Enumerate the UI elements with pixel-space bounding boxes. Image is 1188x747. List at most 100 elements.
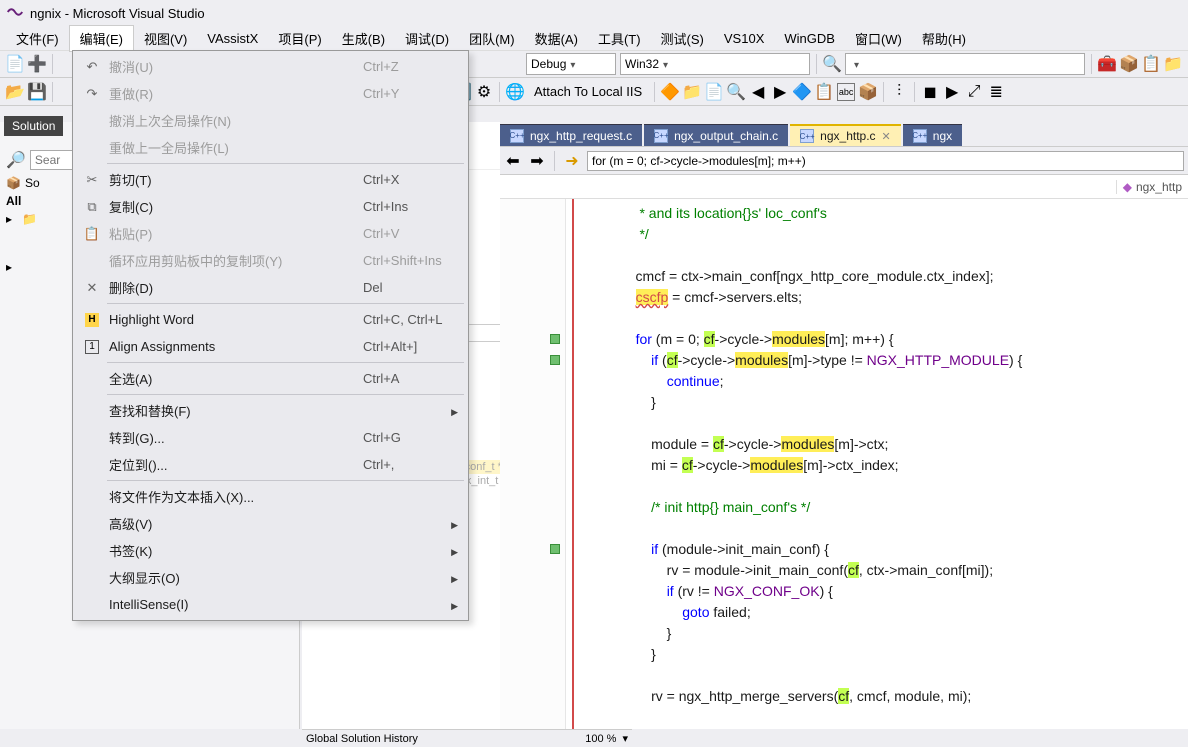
platform-combo[interactable]: Win32	[620, 53, 810, 75]
code-line[interactable]: rv = module->init_main_conf(cf, ctx->mai…	[620, 560, 1188, 581]
menu-item[interactable]: 转到(G)...Ctrl+G	[75, 424, 466, 451]
toolbox-icon-2[interactable]: 📦	[1120, 55, 1138, 73]
menu-item[interactable]: 1Align AssignmentsCtrl+Alt+]	[75, 333, 466, 360]
code-line[interactable]: cmcf = ctx->main_conf[ngx_http_core_modu…	[620, 266, 1188, 287]
code-line[interactable]: for (m = 0; cf->cycle->modules[m]; m++) …	[620, 329, 1188, 350]
menu-item[interactable]: 全选(A)Ctrl+A	[75, 365, 466, 392]
nav-fwd-icon[interactable]: ➡	[528, 152, 546, 170]
code-line[interactable]	[620, 665, 1188, 686]
code-line[interactable]	[620, 518, 1188, 539]
code-line[interactable]: if (cf->cycle->modules[m]->type != NGX_H…	[620, 350, 1188, 371]
add-item-icon[interactable]: ➕	[28, 55, 46, 73]
zoom-level[interactable]: 100 %	[585, 733, 616, 745]
menu-item[interactable]: 大纲显示(O)	[75, 564, 466, 591]
t2-grp-3[interactable]: 📄	[705, 83, 723, 101]
code-line[interactable]: }	[620, 623, 1188, 644]
menu-item[interactable]: 高级(V)	[75, 510, 466, 537]
editor-tab[interactable]: C++ngx_http_request.c	[500, 124, 642, 146]
globe-icon[interactable]: 🌐	[506, 83, 524, 101]
menu-item-14[interactable]: 帮助(H)	[912, 26, 976, 51]
menu-item[interactable]: 定位到()...Ctrl+,	[75, 451, 466, 478]
editor-tab[interactable]: C++ngx_output_chain.c	[644, 124, 788, 146]
toggle-icon[interactable]: ⫶	[890, 83, 908, 101]
menu-item[interactable]: IntelliSense(I)	[75, 591, 466, 618]
menu-item[interactable]: 将文件作为文本插入(X)...	[75, 483, 466, 510]
menu-item-4[interactable]: 项目(P)	[268, 26, 331, 51]
menu-item[interactable]: ⧉复制(C)Ctrl+Ins	[75, 193, 466, 220]
scope-combo[interactable]: for (m = 0; cf->cycle->modules[m]; m++)	[587, 151, 1184, 171]
t2-grp-5[interactable]: ◀	[749, 83, 767, 101]
menu-item[interactable]: ✕删除(D)Del	[75, 274, 466, 301]
t2-icon-1[interactable]: 📂	[6, 83, 24, 101]
code-line[interactable]: }	[620, 644, 1188, 665]
find-icon[interactable]: 🔍	[823, 55, 841, 73]
menu-item[interactable]: 书签(K)	[75, 537, 466, 564]
t2-grp-6[interactable]: ▶	[771, 83, 789, 101]
code-line[interactable]: goto failed;	[620, 602, 1188, 623]
expand-icon[interactable]: ⤢	[965, 83, 983, 101]
code-line[interactable]	[620, 413, 1188, 434]
menu-item-2[interactable]: 视图(V)	[134, 26, 197, 51]
find-combo[interactable]	[845, 53, 1085, 75]
code-line[interactable]: continue;	[620, 371, 1188, 392]
code-line[interactable]	[620, 476, 1188, 497]
menu-item-1[interactable]: 编辑(E)	[69, 25, 134, 52]
menu-item-13[interactable]: 窗口(W)	[845, 26, 912, 51]
menu-item-11[interactable]: VS10X	[714, 28, 774, 49]
new-project-icon[interactable]: 📄	[6, 55, 24, 73]
menu-item-9[interactable]: 工具(T)	[588, 26, 651, 51]
zoom-caret-icon[interactable]: ▾	[622, 732, 628, 745]
menu-item-5[interactable]: 生成(B)	[332, 26, 395, 51]
code-editor[interactable]: * and its location{}s' loc_conf's */ cmc…	[500, 199, 1188, 729]
t2-grp-2[interactable]: 📁	[683, 83, 701, 101]
editor-tab[interactable]: C++ngx_http.c✕	[790, 124, 901, 146]
code-line[interactable]: /* init http{} main_conf's */	[620, 497, 1188, 518]
play-icon[interactable]: ▶	[943, 83, 961, 101]
editor-tab[interactable]: C++ngx	[903, 124, 962, 146]
code-line[interactable]	[620, 245, 1188, 266]
t2-grp-10[interactable]: 📦	[859, 83, 877, 101]
toolbox-icon-3[interactable]: 📋	[1142, 55, 1160, 73]
menu-item-10[interactable]: 测试(S)	[651, 26, 714, 51]
code-line[interactable]: cscfp = cmcf->servers.elts;	[620, 287, 1188, 308]
gear-icon[interactable]: ⚙	[475, 83, 493, 101]
menu-item-8[interactable]: 数据(A)	[525, 26, 588, 51]
code-line[interactable]: module = cf->cycle->modules[m]->ctx;	[620, 434, 1188, 455]
menu-item-12[interactable]: WinGDB	[774, 28, 845, 49]
close-tab-icon[interactable]: ✕	[882, 130, 891, 143]
menu-item-6[interactable]: 调试(D)	[395, 26, 459, 51]
code-line[interactable]: rv = ngx_http_merge_servers(cf, cmcf, mo…	[620, 686, 1188, 707]
member-combo[interactable]: ◆ ngx_http	[1116, 180, 1188, 194]
code-line[interactable]: * and its location{}s' loc_conf's	[620, 203, 1188, 224]
t2-icon-2[interactable]: 💾	[28, 83, 46, 101]
menu-item[interactable]: 查找和替换(F)	[75, 397, 466, 424]
menu-item[interactable]: ✂剪切(T)Ctrl+X	[75, 166, 466, 193]
code-line[interactable]	[620, 308, 1188, 329]
t2-grp-9[interactable]: abc	[837, 83, 855, 101]
outline-square-icon[interactable]	[550, 355, 560, 365]
t2-grp-7[interactable]: 🔷	[793, 83, 811, 101]
code-line[interactable]: }	[620, 392, 1188, 413]
menu-item[interactable]: HHighlight WordCtrl+C, Ctrl+L	[75, 306, 466, 333]
code-line[interactable]: if (rv != NGX_CONF_OK) {	[620, 581, 1188, 602]
history-label[interactable]: Global Solution History	[306, 733, 418, 745]
menu-item-3[interactable]: VAssistX	[197, 28, 268, 49]
code-content[interactable]: * and its location{}s' loc_conf's */ cmc…	[580, 199, 1188, 729]
t2-grp-1[interactable]: 🔶	[661, 83, 679, 101]
list-icon[interactable]: ≣	[987, 83, 1005, 101]
t2-grp-8[interactable]: 📋	[815, 83, 833, 101]
code-line[interactable]: */	[620, 224, 1188, 245]
menu-item-7[interactable]: 团队(M)	[459, 26, 525, 51]
outline-square-icon[interactable]	[550, 334, 560, 344]
attach-iis-button[interactable]: Attach To Local IIS	[528, 84, 648, 99]
t2-grp-4[interactable]: 🔍	[727, 83, 745, 101]
toolbox-icon-1[interactable]: 🧰	[1098, 55, 1116, 73]
code-line[interactable]: if (module->init_main_conf) {	[620, 539, 1188, 560]
code-line[interactable]: mi = cf->cycle->modules[m]->ctx_index;	[620, 455, 1188, 476]
toolbox-icon-4[interactable]: 📁	[1164, 55, 1182, 73]
outline-square-icon[interactable]	[550, 544, 560, 554]
config-combo[interactable]: Debug	[526, 53, 616, 75]
stop-icon[interactable]: ◼	[921, 83, 939, 101]
nav-back-icon[interactable]: ⬅	[504, 152, 522, 170]
menu-item-0[interactable]: 文件(F)	[6, 26, 69, 51]
